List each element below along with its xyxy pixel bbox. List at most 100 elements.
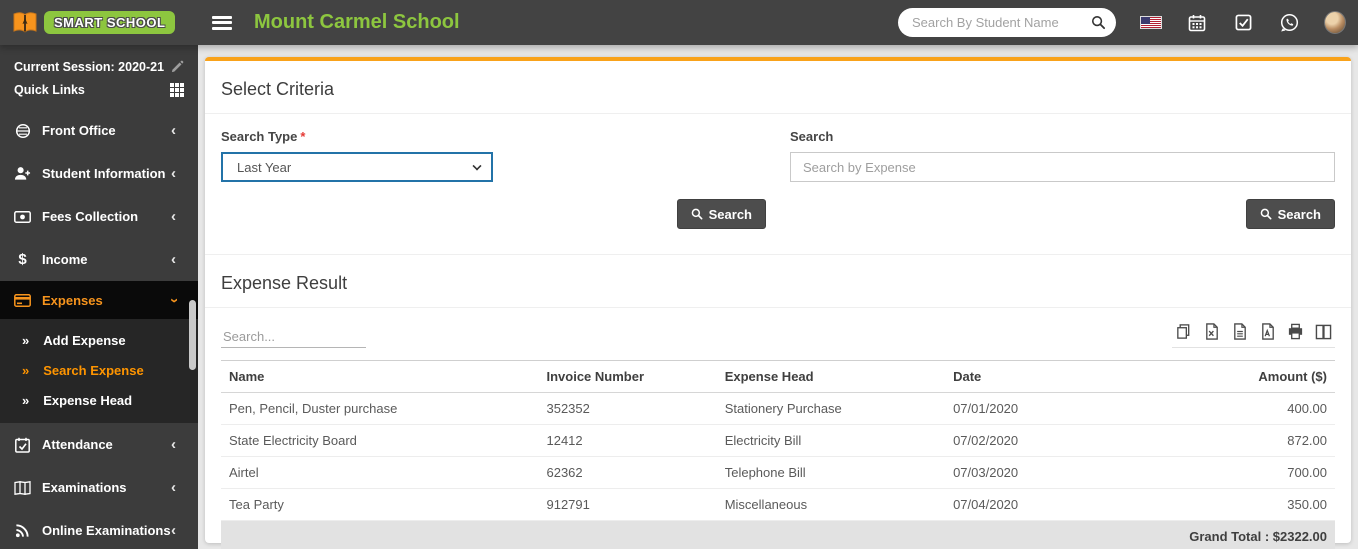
cell-name: Pen, Pencil, Duster purchase <box>221 392 539 425</box>
sidebar-item-examinations[interactable]: Examinations ‹ <box>0 466 198 509</box>
column-header-date[interactable]: Date <box>945 360 1129 393</box>
book-icon <box>13 11 37 32</box>
cell-name: State Electricity Board <box>221 424 539 457</box>
sidebar-subitem-add-expense[interactable]: » Add Expense <box>0 325 198 355</box>
sidebar-item-fees-collection[interactable]: Fees Collection ‹ <box>0 195 198 238</box>
cell-invoice: 912791 <box>538 488 717 521</box>
chevron-down-icon: ‹ <box>165 297 182 303</box>
table-row: State Electricity Board 12412 Electricit… <box>221 424 1335 457</box>
language-flag-button[interactable] <box>1140 12 1162 34</box>
fees-icon <box>14 208 31 225</box>
expenses-submenu: » Add Expense » Search Expense » Expense… <box>0 319 198 423</box>
column-visibility-button[interactable] <box>1314 322 1333 341</box>
sidebar: Current Session: 2020-21 Quick Links Fro… <box>0 45 198 549</box>
us-flag-icon <box>1140 16 1162 29</box>
copy-icon <box>1177 324 1190 339</box>
search-type-select[interactable]: Last Year <box>221 152 493 182</box>
chevron-left-icon: ‹ <box>171 436 176 453</box>
double-angle-icon: » <box>22 392 30 408</box>
sidebar-item-expenses[interactable]: Expenses ‹ <box>0 281 198 319</box>
whatsapp-icon <box>1280 13 1298 32</box>
chevron-left-icon: ‹ <box>171 165 176 182</box>
copy-button[interactable] <box>1174 322 1193 341</box>
search-type-selected-value: Last Year <box>237 159 292 175</box>
cell-expense-head: Electricity Bill <box>716 424 946 457</box>
cell-invoice: 12412 <box>538 424 717 457</box>
cell-amount: 700.00 <box>1128 456 1335 489</box>
table-row: Tea Party 912791 Miscellaneous 07/04/202… <box>221 488 1335 521</box>
current-session-label: Current Session: 2020-21 <box>14 59 165 74</box>
calendar-button[interactable] <box>1186 12 1208 34</box>
main-panel: Select Criteria Search Type * Last Year S… <box>205 57 1351 549</box>
cell-amount: 400.00 <box>1128 392 1335 425</box>
avatar <box>1324 11 1346 34</box>
student-search-box[interactable] <box>898 8 1116 37</box>
examinations-icon <box>14 479 31 496</box>
cell-expense-head: Stationery Purchase <box>716 392 946 425</box>
excel-icon <box>1205 323 1218 340</box>
grand-total-row: Grand Total : $2322.00 <box>221 520 1335 549</box>
sidebar-item-student-information[interactable]: Student Information ‹ <box>0 152 198 195</box>
income-icon: $ <box>18 251 27 268</box>
expense-search-button[interactable]: Search <box>1245 199 1335 229</box>
student-search-input[interactable] <box>912 15 1091 30</box>
csv-export-button[interactable] <box>1230 322 1249 341</box>
sidebar-item-attendance[interactable]: Attendance ‹ <box>0 423 198 466</box>
cell-invoice: 62362 <box>538 456 717 489</box>
cell-invoice: 352352 <box>538 392 717 425</box>
search-icon <box>1260 208 1272 220</box>
chevron-left-icon: ‹ <box>171 251 176 268</box>
column-header-invoice[interactable]: Invoice Number <box>538 360 717 393</box>
sidebar-subitem-search-expense[interactable]: » Search Expense <box>0 355 198 385</box>
tasks-button[interactable] <box>1232 12 1254 34</box>
search-type-search-button[interactable]: Search <box>676 199 766 229</box>
profile-button[interactable] <box>1324 11 1346 34</box>
school-title: Mount Carmel School <box>254 11 460 33</box>
select-criteria-title: Select Criteria <box>221 79 335 99</box>
expenses-icon <box>14 292 31 309</box>
csv-icon <box>1233 323 1246 340</box>
quick-links-grid-icon[interactable] <box>170 82 184 97</box>
export-toolbar <box>1172 322 1335 348</box>
column-header-name[interactable]: Name <box>221 360 539 393</box>
top-header: SMART SCHOOL Mount Carmel School <box>0 0 1358 45</box>
double-angle-icon: » <box>22 332 30 348</box>
hamburger-icon[interactable] <box>212 15 232 30</box>
cell-date: 07/04/2020 <box>945 488 1129 521</box>
search-icon[interactable] <box>1091 15 1106 30</box>
sidebar-item-front-office[interactable]: Front Office ‹ <box>0 109 198 152</box>
sidebar-item-online-examinations[interactable]: Online Examinations ‹ <box>0 509 198 549</box>
column-header-expense-head[interactable]: Expense Head <box>716 360 946 393</box>
expense-result-title: Expense Result <box>221 273 348 293</box>
columns-icon <box>1315 324 1332 339</box>
cell-amount: 350.00 <box>1128 488 1335 521</box>
column-header-amount[interactable]: Amount ($) <box>1128 360 1335 393</box>
cell-expense-head: Miscellaneous <box>716 488 946 521</box>
table-filter-input[interactable] <box>221 326 366 348</box>
sidebar-scrollbar-thumb[interactable] <box>189 300 196 370</box>
edit-pencil-icon[interactable] <box>171 60 184 73</box>
brand-logo[interactable]: SMART SCHOOL <box>0 0 198 45</box>
calendar-icon <box>1188 14 1206 31</box>
search-type-label: Search Type * <box>221 129 306 144</box>
pdf-export-button[interactable] <box>1258 322 1277 341</box>
grand-total-value: Grand Total : $2322.00 <box>221 520 1335 549</box>
chevron-left-icon: ‹ <box>171 208 176 225</box>
chevron-left-icon: ‹ <box>171 522 176 539</box>
print-button[interactable] <box>1286 322 1305 341</box>
front-office-icon <box>14 122 31 139</box>
check-square-icon <box>1235 14 1251 31</box>
expense-table: Name Invoice Number Expense Head Date Am… <box>221 360 1335 549</box>
table-row: Pen, Pencil, Duster purchase 352352 Stat… <box>221 392 1335 425</box>
cell-date: 07/03/2020 <box>945 456 1129 489</box>
chat-button[interactable] <box>1278 12 1300 34</box>
search-label: Search <box>790 129 834 144</box>
sidebar-subitem-expense-head[interactable]: » Expense Head <box>0 385 198 415</box>
excel-export-button[interactable] <box>1202 322 1221 341</box>
expense-search-input[interactable] <box>790 152 1335 182</box>
cell-name: Tea Party <box>221 488 539 521</box>
cell-expense-head: Telephone Bill <box>716 456 946 489</box>
print-icon <box>1288 323 1303 340</box>
sidebar-item-income[interactable]: $ Income ‹ <box>0 238 198 281</box>
cell-name: Airtel <box>221 456 539 489</box>
